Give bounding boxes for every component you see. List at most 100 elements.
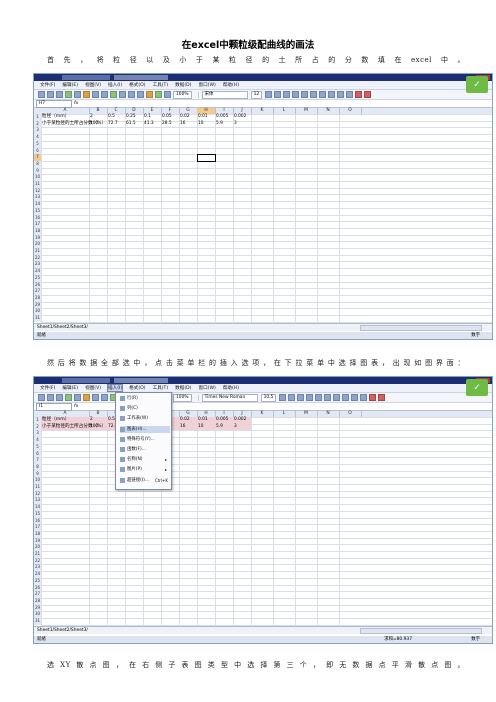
preview-icon[interactable] [74, 91, 81, 98]
row-header-9[interactable]: 9 [34, 471, 41, 478]
font-size-select[interactable]: 12 [250, 90, 263, 99]
row-header-21[interactable]: 21 [34, 551, 41, 558]
new-icon[interactable] [38, 394, 45, 401]
row-header-19[interactable]: 19 [34, 538, 41, 545]
italic-icon[interactable] [274, 91, 282, 98]
row-header-3[interactable]: 3 [34, 127, 41, 134]
merge-icon[interactable] [333, 394, 341, 401]
row-header-3[interactable]: 3 [34, 430, 41, 437]
font-select[interactable]: 宋体 [201, 90, 248, 99]
row-header-7[interactable]: 7 [34, 457, 41, 464]
cell-B1[interactable]: 2 [89, 114, 108, 120]
menu-item-4[interactable]: 格式(O) [129, 82, 145, 88]
row-header-18[interactable]: 18 [34, 531, 41, 538]
row-header-17[interactable]: 17 [34, 524, 41, 531]
row-header-15[interactable]: 15 [34, 511, 41, 518]
font-color-icon[interactable] [364, 91, 372, 98]
menu-item-0[interactable]: 文件(F) [40, 385, 55, 391]
cell-I2[interactable]: 5.9 [215, 424, 234, 430]
menu-item-2[interactable]: 视图(V) [85, 385, 101, 391]
cell-F2[interactable]: 28.5 [161, 121, 180, 127]
row-header-8[interactable]: 8 [34, 161, 41, 168]
fill-color-icon[interactable] [369, 394, 377, 401]
insert-menu-item-0[interactable]: 行(R) [120, 395, 170, 402]
cell-F1[interactable]: 0.05 [161, 114, 180, 120]
cell-D2[interactable]: 61.5 [125, 121, 144, 127]
cell-B1[interactable]: 2 [89, 417, 108, 423]
menu-item-5[interactable]: 工具(T) [153, 385, 169, 391]
insert-menu-item-4[interactable]: 特殊符号(Y)... [120, 436, 170, 443]
row-header-20[interactable]: 20 [34, 241, 41, 248]
row-header-1[interactable]: 1 [34, 417, 41, 424]
open-icon[interactable] [47, 91, 54, 98]
row-header-12[interactable]: 12 [34, 491, 41, 498]
insert-menu-item-7[interactable]: 图片(P) ▸ [120, 466, 170, 473]
zoom-select[interactable]: 100% [173, 393, 192, 402]
row-header-30[interactable]: 30 [34, 611, 41, 618]
row-header-27[interactable]: 27 [34, 288, 41, 295]
cell-B2[interactable]: 100 [89, 424, 108, 430]
insert-menu-item-5[interactable]: 函数(F)... [120, 446, 170, 453]
sheet-tab-list[interactable]: Sheet1/Sheet2/Sheet3/ [37, 628, 88, 633]
new-icon[interactable] [38, 91, 45, 98]
row-header-5[interactable]: 5 [34, 141, 41, 148]
drawing-icon[interactable] [164, 91, 171, 98]
align-left-icon[interactable] [306, 394, 314, 401]
bold-icon[interactable] [265, 91, 273, 98]
row-header-31[interactable]: 31 [34, 315, 41, 322]
row-header-16[interactable]: 16 [34, 215, 41, 222]
cell-G1[interactable]: 0.02 [179, 417, 198, 423]
cell-G2[interactable]: 16 [179, 121, 198, 127]
cell-J2[interactable]: 3 [233, 424, 252, 430]
row-header-16[interactable]: 16 [34, 518, 41, 525]
row-header-14[interactable]: 14 [34, 201, 41, 208]
chart-icon[interactable] [155, 91, 162, 98]
link-icon[interactable] [128, 91, 135, 98]
print-icon[interactable] [65, 91, 72, 98]
menu-item-0[interactable]: 文件(F) [40, 82, 55, 88]
row-header-30[interactable]: 30 [34, 308, 41, 315]
align-right-icon[interactable] [324, 394, 332, 401]
save-icon[interactable] [56, 91, 63, 98]
row-header-25[interactable]: 25 [34, 578, 41, 585]
menu-item-6[interactable]: 数据(D) [175, 82, 191, 88]
save-icon[interactable] [56, 394, 63, 401]
insert-menu-item-3[interactable]: 图表(H)... [120, 425, 170, 433]
row-header-12[interactable]: 12 [34, 188, 41, 195]
cell-A2[interactable]: 小于某粒径的土所占分数（%） [41, 424, 106, 430]
print-icon[interactable] [65, 394, 72, 401]
row-header-31[interactable]: 31 [34, 618, 41, 625]
app-tab[interactable] [62, 75, 110, 80]
menu-item-7[interactable]: 窗口(W) [198, 82, 215, 88]
undo-icon[interactable] [110, 91, 117, 98]
cell-H1[interactable]: 0.01 [197, 417, 216, 423]
row-header-2[interactable]: 2 [34, 121, 41, 128]
fx-icon[interactable]: fx [74, 403, 78, 410]
paste-icon[interactable] [101, 394, 108, 401]
row-header-17[interactable]: 17 [34, 221, 41, 228]
row-header-28[interactable]: 28 [34, 598, 41, 605]
font-select[interactable]: Times New Roman [201, 393, 258, 402]
cell-J1[interactable]: 0.002 [233, 417, 252, 423]
sum-icon[interactable] [137, 91, 144, 98]
row-header-24[interactable]: 24 [34, 571, 41, 578]
underline-icon[interactable] [283, 91, 291, 98]
row-header-18[interactable]: 18 [34, 228, 41, 235]
border-icon[interactable] [360, 394, 368, 401]
horizontal-scrollbar[interactable] [360, 627, 482, 634]
row-header-20[interactable]: 20 [34, 544, 41, 551]
assistant-badge[interactable]: ✓ [466, 76, 488, 93]
align-center-icon[interactable] [301, 91, 309, 98]
cell-H2[interactable]: 10 [197, 121, 216, 127]
row-header-22[interactable]: 22 [34, 558, 41, 565]
insert-menu-item-8[interactable]: 超链接(I)... Ctrl+K [120, 477, 170, 484]
row-header-14[interactable]: 14 [34, 504, 41, 511]
fx-icon[interactable]: fx [74, 100, 78, 107]
menu-item-6[interactable]: 数据(D) [175, 385, 191, 391]
row-header-13[interactable]: 13 [34, 497, 41, 504]
doc-tab[interactable] [114, 378, 168, 383]
italic-icon[interactable] [288, 394, 296, 401]
menu-item-4[interactable]: 格式(O) [129, 385, 145, 391]
align-left-icon[interactable] [292, 91, 300, 98]
row-header-11[interactable]: 11 [34, 181, 41, 188]
